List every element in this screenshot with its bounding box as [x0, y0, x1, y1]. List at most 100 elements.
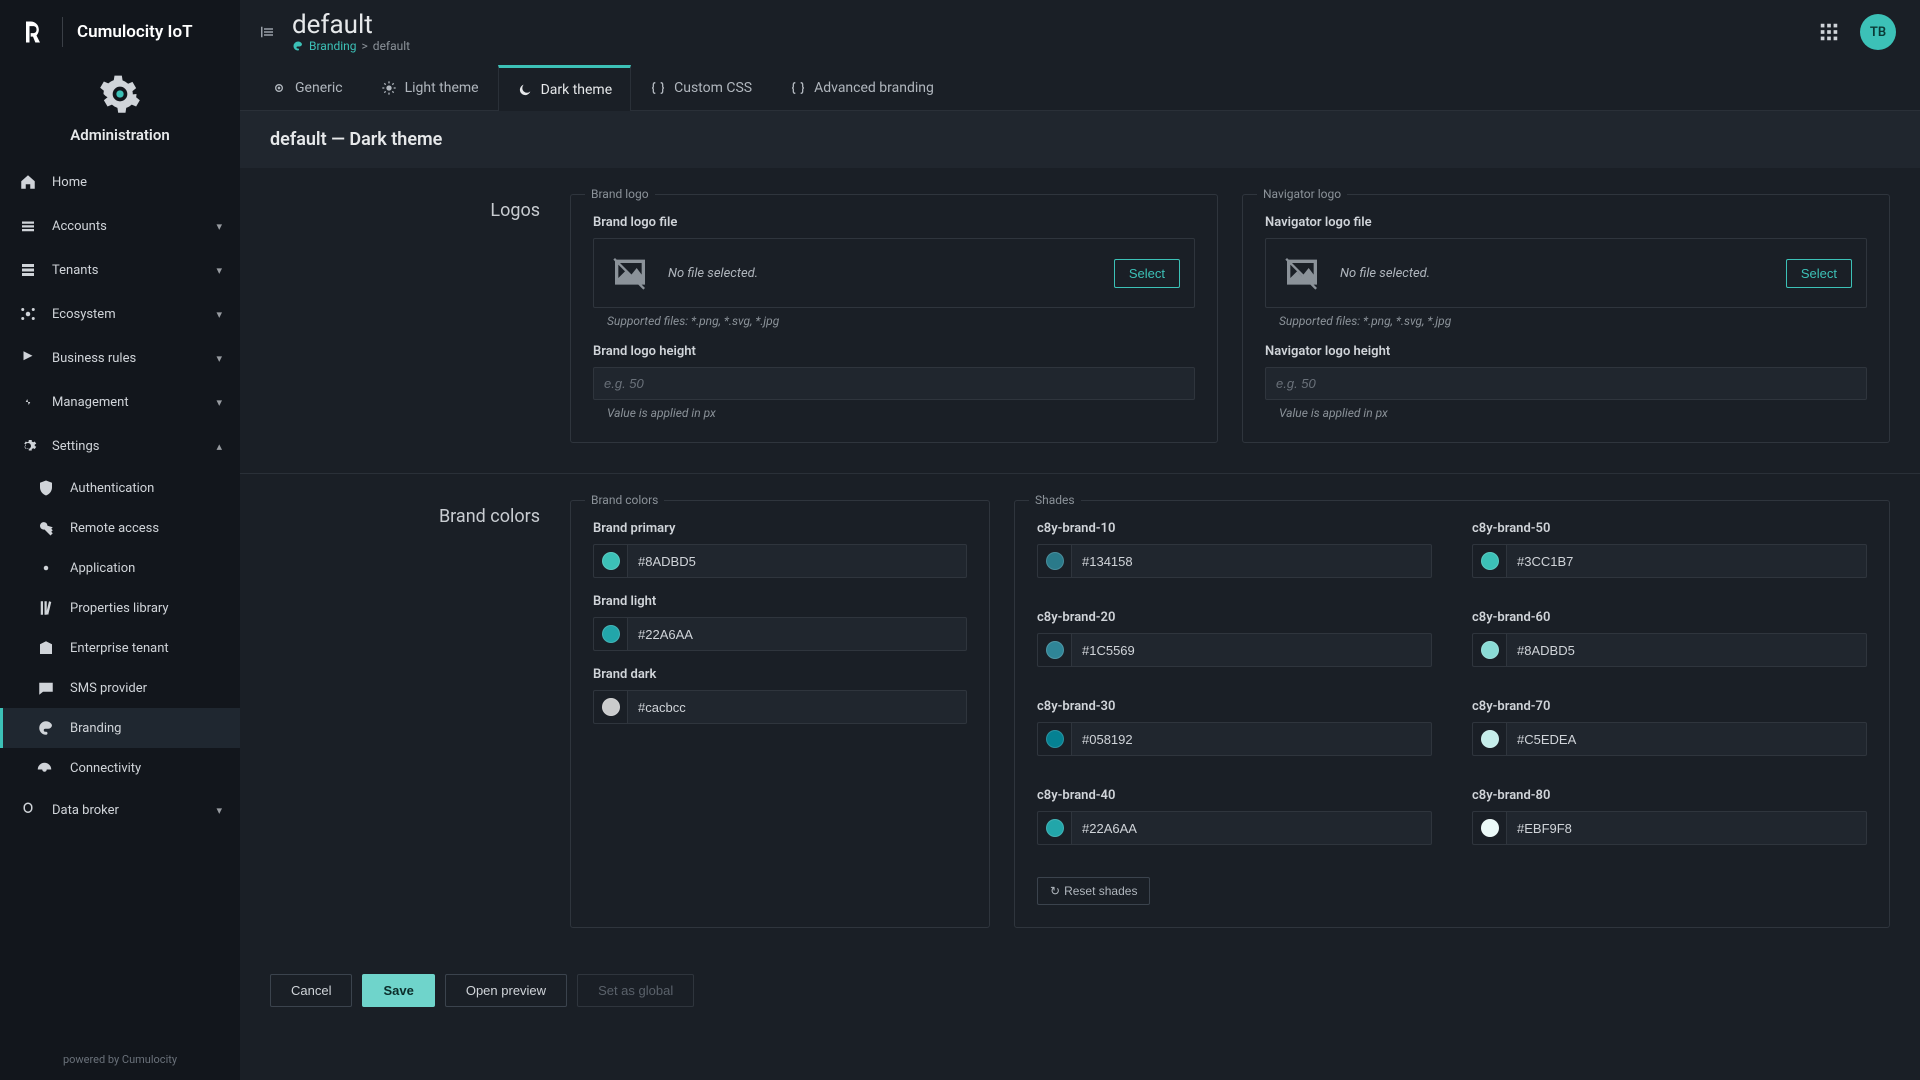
sidebar-item-settings[interactable]: Settings ▴ — [0, 424, 240, 468]
color-input[interactable] — [1506, 722, 1867, 756]
image-placeholder-icon — [608, 253, 652, 293]
sidebar-sub-item-application[interactable]: Application — [0, 548, 240, 588]
cancel-button[interactable]: Cancel — [270, 974, 352, 1007]
sidebar-item-label: Application — [70, 561, 135, 576]
apps-grid-icon[interactable] — [1818, 21, 1840, 43]
color-input[interactable] — [1071, 811, 1432, 845]
sidebar-item-label: SMS provider — [70, 681, 147, 696]
color-field-label: c8y-brand-70 — [1472, 699, 1867, 714]
accounts-icon — [18, 216, 38, 236]
sidebar-item-label: Accounts — [52, 219, 107, 234]
breadcrumb-link[interactable]: Branding — [309, 39, 357, 53]
sms-icon — [36, 678, 56, 698]
tab-advanced-branding[interactable]: Advanced branding — [771, 64, 953, 110]
content: default — Dark theme Logos Brand logo Br… — [240, 111, 1920, 1080]
sidebar-item-label: Tenants — [52, 263, 98, 278]
color-swatch[interactable] — [593, 690, 627, 724]
color-swatch[interactable] — [593, 617, 627, 651]
color-swatch[interactable] — [1037, 722, 1071, 756]
section-label-colors: Brand colors — [270, 500, 540, 958]
section-label-logos: Logos — [270, 194, 540, 473]
sidebar-item-label: Enterprise tenant — [70, 641, 169, 656]
sidebar-item-tenants[interactable]: Tenants ▾ — [0, 248, 240, 292]
color-swatch[interactable] — [1037, 633, 1071, 667]
color-swatch[interactable] — [1037, 544, 1071, 578]
color-swatch[interactable] — [1472, 722, 1506, 756]
sidebar-sub-item-sms-provider[interactable]: SMS provider — [0, 668, 240, 708]
fieldset-shades: Shades c8y-brand-10 c8y-brand-50 c8y-bra… — [1014, 500, 1890, 928]
cog-small-icon — [36, 558, 56, 578]
file-drop-brand[interactable]: No file selected. Select — [593, 238, 1195, 308]
sidebar-sub-item-remote-access[interactable]: Remote access — [0, 508, 240, 548]
tab-generic[interactable]: Generic — [252, 64, 362, 110]
sidebar-sub-item-authentication[interactable]: Authentication — [0, 468, 240, 508]
nav: Home Accounts ▾ Tenants ▾ Ecosystem ▾ Bu… — [0, 160, 240, 1043]
color-field-label: c8y-brand-50 — [1472, 521, 1867, 536]
tab-dark-theme[interactable]: Dark theme — [498, 65, 632, 111]
enterprise-icon — [36, 638, 56, 658]
sidebar-item-management[interactable]: Management ▾ — [0, 380, 240, 424]
color-input[interactable] — [627, 544, 967, 578]
color-field: c8y-brand-10 — [1037, 521, 1432, 578]
color-input[interactable] — [1506, 811, 1867, 845]
color-swatch[interactable] — [593, 544, 627, 578]
tab-label: Advanced branding — [814, 80, 934, 96]
sidebar-sub-item-connectivity[interactable]: Connectivity — [0, 748, 240, 788]
sidebar-item-accounts[interactable]: Accounts ▾ — [0, 204, 240, 248]
color-swatch[interactable] — [1472, 811, 1506, 845]
brand-logo-height-input[interactable] — [593, 367, 1195, 400]
braces-icon — [790, 80, 806, 96]
color-field: c8y-brand-40 — [1037, 788, 1432, 845]
avatar[interactable]: TB — [1860, 14, 1896, 50]
tab-light-theme[interactable]: Light theme — [362, 64, 498, 110]
sidebar-sub-item-branding[interactable]: Branding — [0, 708, 240, 748]
app-block: Administration — [0, 64, 240, 160]
chevron-down-icon: ▾ — [216, 220, 222, 233]
subheader: default — Dark theme — [240, 111, 1920, 168]
sidebar-sub-item-properties-library[interactable]: Properties library — [0, 588, 240, 628]
tab-custom-css[interactable]: Custom CSS — [631, 64, 771, 110]
color-input[interactable] — [627, 617, 967, 651]
color-input[interactable] — [1506, 633, 1867, 667]
broker-icon — [18, 800, 38, 820]
color-input[interactable] — [1071, 544, 1432, 578]
refresh-icon: ↻ — [1050, 884, 1060, 898]
color-swatch[interactable] — [1037, 811, 1071, 845]
sidebar-item-business-rules[interactable]: Business rules ▾ — [0, 336, 240, 380]
color-input[interactable] — [1071, 722, 1432, 756]
color-swatch[interactable] — [1472, 633, 1506, 667]
sidebar-item-ecosystem[interactable]: Ecosystem ▾ — [0, 292, 240, 336]
chevron-up-icon: ▴ — [216, 440, 222, 453]
connectivity-icon — [36, 758, 56, 778]
open-preview-button[interactable]: Open preview — [445, 974, 567, 1007]
reset-shades-button[interactable]: ↻Reset shades — [1037, 877, 1150, 905]
color-field: c8y-brand-20 — [1037, 610, 1432, 667]
sidebar-item-label: Remote access — [70, 521, 159, 536]
color-input[interactable] — [1071, 633, 1432, 667]
fieldset-brand-colors: Brand colors Brand primary Brand light B… — [570, 500, 990, 928]
page-title: default — [292, 11, 410, 40]
sun-icon — [381, 80, 397, 96]
sidebar-sub-item-enterprise-tenant[interactable]: Enterprise tenant — [0, 628, 240, 668]
save-button[interactable]: Save — [362, 974, 434, 1007]
chevron-down-icon: ▾ — [216, 396, 222, 409]
navigator-logo-height-input[interactable] — [1265, 367, 1867, 400]
fieldset-legend: Navigator logo — [1257, 187, 1347, 201]
color-input[interactable] — [627, 690, 967, 724]
file-drop-navigator[interactable]: No file selected. Select — [1265, 238, 1867, 308]
sidebar-item-home[interactable]: Home — [0, 160, 240, 204]
set-as-global-button[interactable]: Set as global — [577, 974, 694, 1007]
color-field: c8y-brand-60 — [1472, 610, 1867, 667]
sidebar-item-label: Authentication — [70, 481, 154, 496]
brand-divider — [62, 17, 63, 47]
select-file-button[interactable]: Select — [1114, 259, 1180, 288]
fieldset-legend: Shades — [1029, 493, 1081, 507]
color-input[interactable] — [1506, 544, 1867, 578]
select-file-button[interactable]: Select — [1786, 259, 1852, 288]
color-swatch[interactable] — [1472, 544, 1506, 578]
collapse-sidebar-button[interactable] — [254, 19, 280, 45]
sidebar-item-label: Data broker — [52, 803, 119, 818]
chevron-down-icon: ▾ — [216, 308, 222, 321]
sidebar-item-data-broker[interactable]: Data broker ▾ — [0, 788, 240, 832]
generic-icon — [271, 80, 287, 96]
